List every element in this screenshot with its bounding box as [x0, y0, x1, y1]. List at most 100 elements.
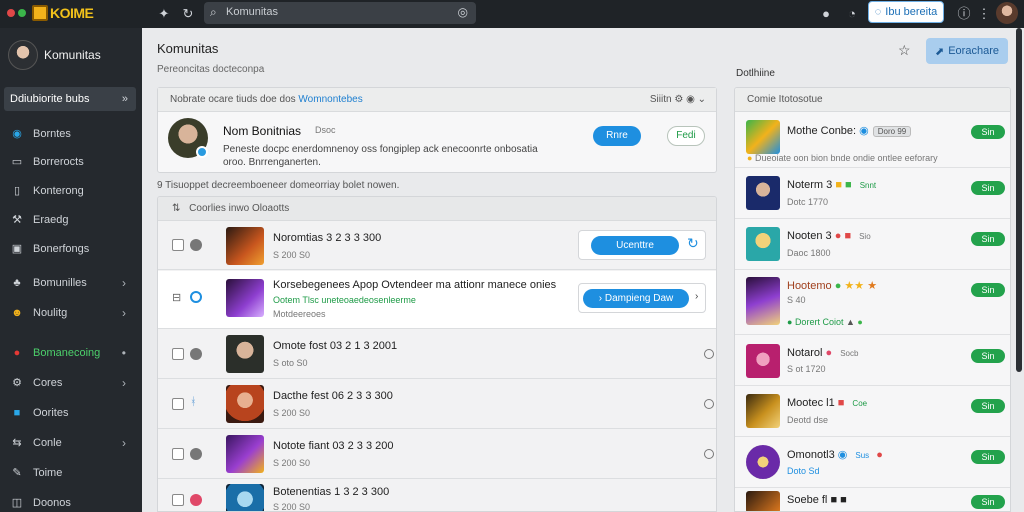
- community-list-header: ⇅ Coorlies inwo Oloaotts: [158, 197, 716, 221]
- sidebar-item-eraedg[interactable]: ⚒ Eraedg: [10, 211, 132, 229]
- table-row[interactable]: ᚼ Dacthe fest 06 2 3 3 300 S 200 S0: [158, 380, 716, 429]
- verified-icon: ◉: [859, 125, 869, 137]
- sidebar-profile[interactable]: Komunitas: [8, 40, 101, 70]
- selected-radio-icon[interactable]: [190, 291, 202, 303]
- sidebar-active-item[interactable]: Ddiubiorite bubs »: [4, 87, 136, 111]
- row-checkbox[interactable]: [172, 239, 184, 251]
- sidebar-item-bomunilles[interactable]: ♣ Bomunilles ›: [10, 274, 132, 292]
- list-item[interactable]: Hootemo ● ★★ ★ S 40 ● Dorert Coiot ▲ ● S…: [735, 271, 1010, 335]
- follow-button[interactable]: Sin: [971, 232, 1005, 246]
- vertical-scrollbar[interactable]: [1016, 28, 1022, 372]
- user-avatar[interactable]: [996, 2, 1018, 24]
- row-checkbox[interactable]: [172, 348, 184, 360]
- item-name: Soebe fl ■ ■: [787, 494, 847, 506]
- follow-button[interactable]: Sin: [971, 125, 1005, 139]
- sidebar-item-bonerfongs[interactable]: ▣ Bonerfongs: [10, 240, 132, 258]
- star-icon[interactable]: ☆: [898, 42, 911, 59]
- sidebar-item-toime[interactable]: ✎ Toime: [10, 464, 132, 482]
- notification-icon[interactable]: ●: [816, 4, 836, 24]
- item-tag: Coe: [852, 398, 868, 408]
- featured-panel-header: Nobrate ocare tiuds doe dos Womnontebes …: [158, 88, 716, 112]
- row-radio[interactable]: [704, 349, 714, 359]
- chevron-right-icon: ›: [122, 436, 126, 450]
- primary-button[interactable]: ⬈ Eorachare: [926, 38, 1008, 64]
- list-item[interactable]: Nooten 3 ● ■ Sio Daoc 1800 Sin: [735, 220, 1010, 270]
- featured-name[interactable]: Nom Bonitnias: [223, 124, 301, 138]
- sidebar-active-label: Ddiubiorite bubs: [10, 93, 90, 105]
- table-row[interactable]: Notote fiant 03 2 3 3 200 S 200 S0: [158, 430, 716, 479]
- row-checkbox[interactable]: [172, 494, 184, 506]
- chat-icon: ◫: [11, 497, 23, 509]
- table-row[interactable]: Omote fost 03 2 1 3 2001 S oto S0: [158, 330, 716, 379]
- list-item[interactable]: Noterm 3 ■ ■ Snnt Dotc 1770 Sin: [735, 169, 1010, 219]
- close-window-dot[interactable]: [7, 9, 15, 17]
- top-action-button[interactable]: ◌ Ibu bereita: [868, 1, 944, 23]
- follow-button[interactable]: Sin: [971, 283, 1005, 297]
- row-action-button[interactable]: Ucenttre: [591, 236, 679, 255]
- list-item[interactable]: Omonotl3 ◉ Sus ● Doto Sd Sin: [735, 438, 1010, 488]
- item-meta: S ot 1720: [787, 364, 826, 374]
- featured-secondary-button[interactable]: Fedi: [667, 126, 705, 146]
- item-thumbnail: [746, 277, 780, 325]
- featured-primary-button[interactable]: Rnre: [593, 126, 641, 146]
- list-item[interactable]: Notarol ● Socb S ot 1720 Sin: [735, 336, 1010, 386]
- table-row[interactable]: Noromtias 3 2 3 3 300 S 200 S0 Ucenttre …: [158, 222, 716, 270]
- row-checkbox[interactable]: [172, 448, 184, 460]
- sidebar-item-label: Borntes: [33, 128, 71, 140]
- follow-button[interactable]: Sin: [971, 181, 1005, 195]
- table-row[interactable]: ⊟ Korsebegenees Apop Ovtendeer ma attion…: [158, 271, 716, 329]
- app-logo[interactable]: KOIME: [32, 3, 98, 23]
- gear-icon: ⚙: [12, 377, 22, 389]
- chevron-right-icon: ›: [122, 276, 126, 290]
- filter-icon[interactable]: ⇅: [172, 203, 180, 214]
- chat-icon[interactable]: ◔: [842, 4, 862, 24]
- refresh-icon[interactable]: ↻: [178, 4, 198, 24]
- follow-button[interactable]: Sin: [971, 495, 1005, 509]
- sidebar-item-konterong[interactable]: ▯ Konterong: [10, 182, 132, 200]
- row-meta: S 200 S0: [273, 502, 311, 512]
- refresh-icon[interactable]: ↻: [687, 235, 699, 252]
- row-radio[interactable]: [704, 449, 714, 459]
- list-item[interactable]: Mothe Conbe: ◉ Doro 99 ● Dueoiate oon bio…: [735, 113, 1010, 168]
- list-item[interactable]: Mootec l1 ■ Coe Deotd dse Sin: [735, 387, 1010, 437]
- sidebar-item-borntes[interactable]: ◉ Borntes: [10, 125, 132, 143]
- sidebar-item-noulitg[interactable]: ☻ Noulitg ›: [10, 304, 132, 322]
- sidebar-item-borrerocts[interactable]: ▭ Borrerocts: [10, 153, 132, 171]
- row-meta: Motdeereoes: [273, 309, 326, 319]
- follow-button[interactable]: Sin: [971, 450, 1005, 464]
- row-status-text: Ootem Tlsc uneteoaedeosenleerme: [273, 295, 416, 305]
- sidebar-item-doonos[interactable]: ◫ Doonos: [10, 494, 132, 512]
- sidebar-item-label: Bomunilles: [33, 277, 87, 289]
- row-radio[interactable]: [704, 399, 714, 409]
- maximize-window-dot[interactable]: [18, 9, 26, 17]
- item-meta: S 40: [787, 295, 806, 305]
- search-bar[interactable]: ⌕ Komunitas ◎: [204, 2, 476, 24]
- search-icon: ⌕: [210, 5, 217, 19]
- follow-button[interactable]: Sin: [971, 399, 1005, 413]
- list-item[interactable]: Soebe fl ■ ■ Sin: [735, 489, 1010, 511]
- sidebar-item-cores[interactable]: ⚙ Cores ›: [10, 374, 132, 392]
- row-action-button[interactable]: › Dampieng Daw: [583, 289, 689, 308]
- item-tag: Snnt: [859, 180, 877, 190]
- sidebar-profile-name: Komunitas: [44, 48, 101, 62]
- section-note: 9 Tisuoppet decreemboeneer domeorriay bo…: [157, 180, 400, 191]
- row-checkbox[interactable]: [172, 398, 184, 410]
- sidebar-item-oorites[interactable]: ■ Oorites: [10, 404, 132, 422]
- clear-icon[interactable]: ◎: [458, 5, 468, 19]
- item-thumbnail: [746, 176, 780, 210]
- settings-icon[interactable]: ⚙ ◉ ⌄: [674, 94, 706, 105]
- follow-button[interactable]: Sin: [971, 349, 1005, 363]
- info-icon[interactable]: ⓘ: [954, 4, 974, 24]
- more-icon[interactable]: ⋮: [974, 4, 994, 24]
- sidebar-item-conle[interactable]: ⇆ Conle ›: [10, 434, 132, 452]
- table-row[interactable]: Botenentias 1 3 2 3 300 S 200 S0: [158, 480, 716, 512]
- sidebar-item-label: Oorites: [33, 407, 69, 419]
- tools-icon: ⚒: [12, 214, 22, 226]
- sidebar-item-label: Toime: [33, 467, 63, 479]
- chevron-right-icon: ›: [122, 306, 126, 320]
- row-meta: S oto S0: [273, 358, 308, 368]
- chevron-right-icon[interactable]: ›: [695, 291, 698, 302]
- sidebar-item-bomanecoing[interactable]: ● Bomanecoing •: [10, 344, 132, 362]
- puzzle-icon[interactable]: ✦: [154, 4, 174, 24]
- featured-header-link[interactable]: Womnontebes: [298, 94, 362, 105]
